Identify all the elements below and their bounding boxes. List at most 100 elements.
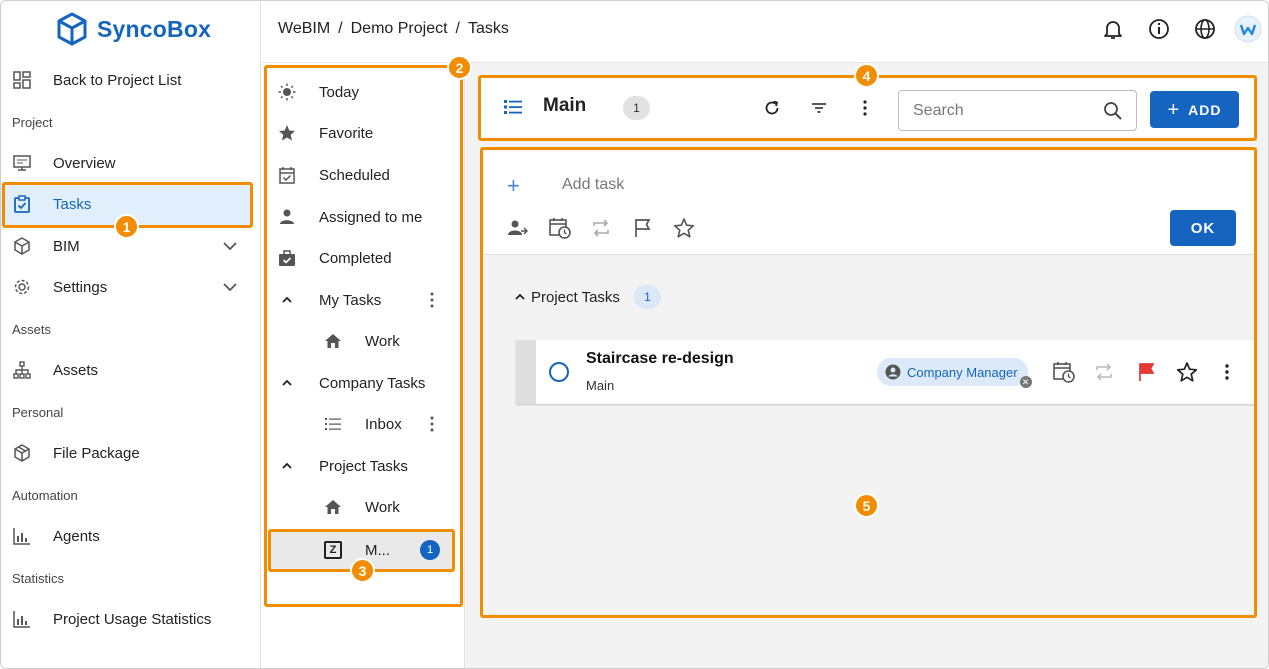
chevron-down-icon[interactable] <box>222 239 238 253</box>
task-card[interactable]: Staircase re-design Main Company Manager… <box>516 340 1256 404</box>
callout-number-2: 2 <box>447 55 472 80</box>
remove-assignee-icon[interactable]: ✕ <box>1019 376 1032 388</box>
globe-icon[interactable] <box>1193 17 1217 41</box>
chevron-up-icon[interactable] <box>278 457 296 475</box>
hierarchy-icon <box>13 361 31 379</box>
star-filled-icon <box>279 125 295 141</box>
star-outline-icon[interactable] <box>673 217 695 239</box>
ok-button[interactable]: OK <box>1170 210 1236 246</box>
repeat-icon[interactable] <box>590 217 612 239</box>
list-label: Favorite <box>319 124 374 142</box>
task-list-name: Main <box>586 378 615 393</box>
chevron-down-icon[interactable] <box>222 280 238 294</box>
back-to-project-list[interactable]: Back to Project List <box>1 59 253 101</box>
breadcrumb-item[interactable]: WeBIM <box>278 20 330 38</box>
callout-number-1: 1 <box>114 214 139 239</box>
sidebar-item-label: Assets <box>53 361 99 379</box>
list-label: Assigned to me <box>319 208 423 226</box>
add-task-input[interactable]: Add task <box>562 176 624 194</box>
calendar-check-icon <box>279 167 295 184</box>
list-item-completed[interactable]: Completed <box>261 238 461 278</box>
home-icon <box>325 500 341 514</box>
list-label: Inbox <box>365 415 402 433</box>
chevron-up-icon[interactable] <box>278 374 296 392</box>
list-item-favorite[interactable]: Favorite <box>261 113 461 153</box>
top-bar: WeBIM / Demo Project / Tasks <box>261 1 1268 63</box>
more-vert-icon[interactable] <box>429 415 435 433</box>
list-group-project-tasks[interactable]: Project Tasks <box>261 446 461 486</box>
user-avatar-icon[interactable] <box>1234 15 1262 43</box>
app-logo[interactable]: SyncoBox <box>55 11 211 47</box>
monitor-icon <box>13 155 31 171</box>
task-group-header[interactable]: Project Tasks 1 <box>513 285 661 309</box>
list-icon <box>325 418 341 430</box>
info-icon[interactable] <box>1147 17 1171 41</box>
search-input[interactable] <box>913 100 1093 122</box>
add-task-panel: + Add task OK <box>484 151 1254 255</box>
chevron-up-icon[interactable] <box>513 290 527 304</box>
list-item-scheduled[interactable]: Scheduled <box>261 155 461 195</box>
account-circle-icon <box>885 364 901 380</box>
more-vert-icon[interactable] <box>1224 361 1230 383</box>
assign-user-icon[interactable] <box>506 217 528 239</box>
flag-icon[interactable] <box>1136 361 1158 383</box>
bar-chart-icon <box>13 528 30 545</box>
cube-icon <box>14 237 30 255</box>
calendar-clock-icon[interactable] <box>1053 361 1075 383</box>
add-button-label: ADD <box>1188 101 1222 118</box>
breadcrumb-current: Tasks <box>467 20 509 37</box>
refresh-icon[interactable] <box>763 99 781 117</box>
list-group-label: Project Tasks <box>319 457 408 475</box>
star-outline-icon[interactable] <box>1176 361 1198 383</box>
list-label: Work <box>365 498 400 516</box>
repeat-icon[interactable] <box>1093 361 1115 383</box>
task-count-badge: 1 <box>420 540 440 560</box>
sidebar-item-overview[interactable]: Overview <box>1 142 253 184</box>
more-vert-icon[interactable] <box>429 291 435 309</box>
breadcrumb-item[interactable]: Demo Project <box>351 20 448 38</box>
task-main-area: Main 1 + ADD + Add task OK <box>465 63 1268 668</box>
gear-icon <box>14 279 30 295</box>
add-button[interactable]: + ADD <box>1150 91 1239 128</box>
complete-task-checkbox[interactable] <box>549 362 569 382</box>
home-icon <box>325 334 341 348</box>
list-group-company-tasks[interactable]: Company Tasks <box>261 363 461 403</box>
task-group-name: Project Tasks <box>531 288 620 306</box>
filter-icon[interactable] <box>810 99 828 117</box>
list-group-my-tasks[interactable]: My Tasks <box>261 280 461 320</box>
app-window: SyncoBox Back to Project List Project Ov… <box>0 0 1269 669</box>
section-personal: Personal <box>12 405 64 420</box>
list-label: Scheduled <box>319 166 390 184</box>
sidebar-item-label: Agents <box>53 527 100 545</box>
back-label: Back to Project List <box>53 71 182 89</box>
task-title: Staircase re-design <box>586 350 734 367</box>
list-item-project-work[interactable]: Work <box>261 487 461 527</box>
left-navigation: SyncoBox Back to Project List Project Ov… <box>1 1 261 668</box>
more-vert-icon[interactable] <box>862 99 868 117</box>
assignee-chip[interactable]: Company Manager ✕ <box>877 358 1032 388</box>
app-name: SyncoBox <box>97 15 212 42</box>
list-label: Work <box>365 332 400 350</box>
sidebar-item-label: Overview <box>53 154 116 172</box>
list-label: Today <box>319 83 360 101</box>
calendar-clock-icon[interactable] <box>549 217 571 239</box>
callout-number-5: 5 <box>854 493 879 518</box>
sidebar-item-assets[interactable]: Assets <box>1 349 253 391</box>
bell-icon[interactable] <box>1101 17 1125 41</box>
sidebar-item-settings[interactable]: Settings <box>1 266 253 308</box>
sidebar-item-file-package[interactable]: File Package <box>1 432 253 474</box>
flag-outline-icon[interactable] <box>632 217 654 239</box>
sun-icon <box>278 83 296 101</box>
list-item-assigned-to-me[interactable]: Assigned to me <box>261 197 461 237</box>
sidebar-item-label: File Package <box>53 444 140 462</box>
sidebar-item-agents[interactable]: Agents <box>1 515 253 557</box>
list-item-inbox[interactable]: Inbox <box>261 404 461 444</box>
search-icon[interactable] <box>1103 101 1123 121</box>
search-box <box>898 90 1137 131</box>
section-assets: Assets <box>12 322 52 337</box>
list-item-my-work[interactable]: Work <box>261 321 461 361</box>
sidebar-item-usage-statistics[interactable]: Project Usage Statistics <box>1 598 253 640</box>
list-group-label: Company Tasks <box>319 374 426 392</box>
chevron-up-icon[interactable] <box>278 291 296 309</box>
list-item-today[interactable]: Today <box>261 72 461 112</box>
